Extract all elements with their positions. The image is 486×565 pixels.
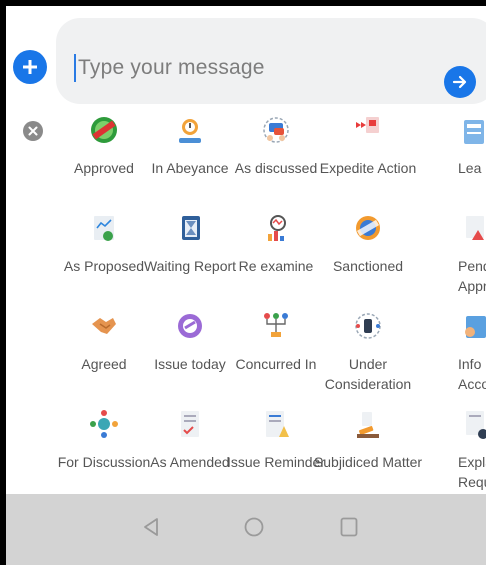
- sticker-in-abeyance[interactable]: In Abeyance: [144, 106, 236, 202]
- sticker-label: Lea: [458, 160, 482, 176]
- send-button[interactable]: [444, 66, 476, 98]
- handshake-icon: [92, 318, 116, 334]
- add-attachment-button[interactable]: [13, 50, 47, 84]
- sticker-agreed[interactable]: Agreed: [58, 302, 150, 398]
- sticker-re-examine[interactable]: Re examine: [230, 204, 322, 300]
- reminder-document-icon: [266, 411, 289, 437]
- sticker-explanation-required[interactable]: Explan Requ: [436, 400, 486, 496]
- text-caret: [74, 54, 76, 82]
- sticker-label: Sanctioned: [332, 258, 404, 274]
- sticker-subjidiced-matter[interactable]: Subjidiced Matter: [314, 400, 422, 496]
- plus-circle-icon: [23, 60, 37, 74]
- leave-document-icon: [464, 120, 484, 144]
- sticker-issue-today[interactable]: Issue today: [144, 302, 236, 398]
- sticker-approved[interactable]: Approved: [58, 106, 150, 202]
- pending-warning-icon: [466, 216, 484, 240]
- sticker-expedite-action[interactable]: Expedite Action: [320, 106, 416, 202]
- consideration-circle-icon: [355, 313, 381, 339]
- sticker-leave[interactable]: Lea: [436, 106, 486, 202]
- arrow-right-icon: [452, 75, 467, 89]
- sticker-as-proposed[interactable]: As Proposed: [58, 204, 150, 300]
- sticker-waiting-report[interactable]: Waiting Report: [144, 204, 236, 300]
- sticker-label: Info Accord: [458, 356, 486, 392]
- sticker-grid: Approved In Abeyance As discussed Expedi…: [6, 106, 486, 494]
- nav-back-icon[interactable]: [142, 516, 160, 538]
- proposal-chart-icon: [94, 216, 114, 241]
- approved-stamp-icon: [91, 117, 117, 143]
- sticker-as-discussed[interactable]: As discussed: [230, 106, 322, 202]
- sticker-label: Under Consideration: [324, 356, 412, 392]
- magnifier-chart-icon: [268, 215, 286, 241]
- system-navigation-bar: [6, 494, 486, 565]
- clipboard-hourglass-icon: [182, 216, 200, 240]
- message-composer: Type your message: [6, 6, 486, 106]
- discussion-group-icon: [90, 410, 118, 438]
- sticker-concurred-in[interactable]: Concurred In: [230, 302, 322, 398]
- sticker-for-discussion[interactable]: For Discussion: [58, 400, 150, 496]
- hourglass-hand-icon: [179, 119, 201, 143]
- sticker-label: Pend Appro: [458, 258, 486, 294]
- nav-recents-icon[interactable]: [339, 516, 359, 538]
- sticker-label: Expedite Action: [319, 160, 417, 176]
- sticker-info-accord[interactable]: Info Accord: [436, 302, 486, 398]
- explanation-document-icon: [466, 411, 486, 439]
- sticker-label: Explan Requ: [458, 454, 486, 490]
- sticker-issue-reminder[interactable]: Issue Reminder: [227, 400, 325, 496]
- amended-document-icon: [181, 411, 199, 437]
- nav-home-icon[interactable]: [243, 516, 265, 538]
- issue-arrows-icon: [178, 314, 202, 338]
- info-person-icon: [465, 316, 486, 338]
- message-placeholder: Type your message: [78, 56, 265, 79]
- sanctioned-seal-icon: [356, 216, 380, 240]
- sticker-as-amended[interactable]: As Amended: [144, 400, 236, 496]
- fast-forward-document-icon: [356, 117, 379, 133]
- sticker-pending-approval[interactable]: Pend Appro: [436, 204, 486, 300]
- sticker-label: Subjidiced Matter: [313, 454, 423, 470]
- gavel-icon: [357, 412, 379, 438]
- message-input[interactable]: Type your message: [56, 18, 486, 104]
- app-frame: Type your message Approved In Abeyance A…: [6, 6, 486, 565]
- chat-people-icon: [263, 117, 289, 143]
- concurrence-tree-icon: [264, 313, 288, 337]
- sticker-under-consideration[interactable]: Under Consideration: [322, 302, 414, 398]
- sticker-sanctioned[interactable]: Sanctioned: [322, 204, 414, 300]
